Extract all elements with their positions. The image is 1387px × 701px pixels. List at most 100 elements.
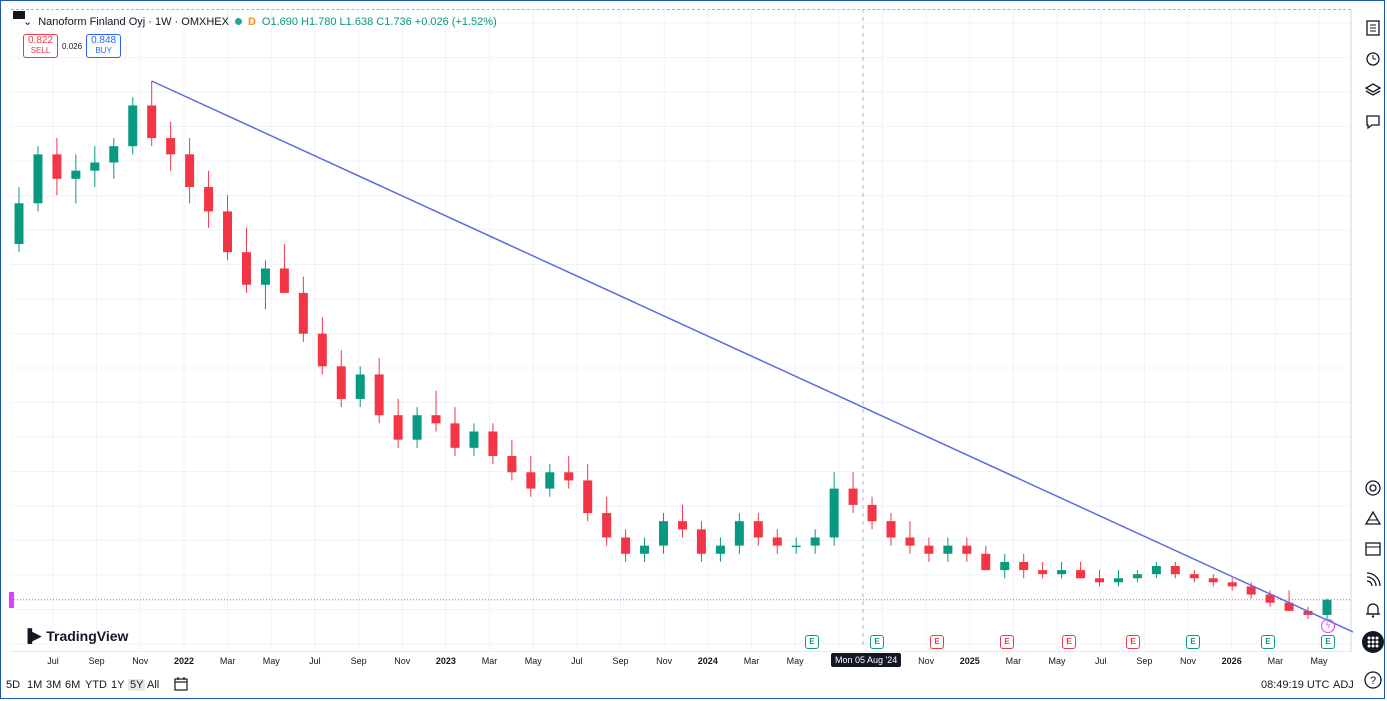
candle-body — [109, 146, 119, 163]
x-tick-label: Jul — [1094, 656, 1107, 666]
candle-body — [1170, 566, 1180, 575]
earnings-marker[interactable]: E — [1186, 635, 1200, 649]
apps-grid-icon[interactable] — [1362, 631, 1384, 653]
trade-buttons: 0.822 SELL 0.026 0.848 BUY — [23, 34, 122, 58]
candle-body — [185, 154, 195, 187]
time-axis[interactable]: Jul Sep Nov 2022 Mar May Jul Sep Nov 2023 Mar May Ju… — [1, 652, 1353, 668]
ideas-icon[interactable] — [1364, 509, 1382, 527]
candle-body — [602, 513, 612, 538]
candle-body — [241, 252, 251, 285]
adj-toggle[interactable]: ADJ — [1333, 679, 1354, 691]
x-tick-label: 2026 — [1221, 656, 1242, 666]
range-5d[interactable]: 5D — [6, 679, 20, 691]
calendar-events-icon[interactable] — [1364, 539, 1382, 557]
calendar-icon[interactable] — [173, 676, 189, 692]
layers-icon[interactable] — [1364, 81, 1382, 99]
price-chart[interactable] — [1, 1, 1353, 652]
earnings-marker[interactable]: E — [1000, 635, 1014, 649]
spread-value: 0.026 — [62, 41, 83, 51]
chat-icon[interactable] — [1364, 113, 1382, 131]
help-icon[interactable]: ? — [1364, 671, 1382, 689]
candle-body — [1000, 561, 1010, 571]
candle-body — [260, 268, 270, 285]
bell-icon[interactable] — [1364, 601, 1382, 619]
candle-body — [1132, 574, 1142, 579]
earnings-marker[interactable]: E — [870, 635, 884, 649]
range-all[interactable]: All — [147, 679, 159, 691]
x-tick-label: 2023 — [435, 656, 456, 666]
candle-body — [298, 292, 308, 334]
sell-button[interactable]: 0.822 SELL — [23, 34, 59, 58]
candle-body — [924, 545, 934, 554]
target-icon[interactable] — [1364, 479, 1382, 497]
x-tick-label: Mar — [743, 656, 760, 666]
candle-body — [545, 472, 555, 489]
candle-body — [962, 545, 972, 554]
candle-body — [204, 186, 214, 212]
ohlc-values: O1.690 H1.780 L1.638 C1.736 +0.026 (+1.5… — [261, 15, 497, 28]
candle-body — [583, 480, 593, 514]
candle-body — [336, 366, 346, 399]
candle-body — [431, 415, 441, 424]
alarm-icon[interactable] — [1364, 49, 1382, 67]
x-tick-label: Nov — [656, 656, 673, 666]
chart-down-icon: ⌄ — [23, 16, 33, 28]
candle-body — [1057, 570, 1067, 575]
candle-body — [1322, 599, 1332, 615]
candle-body — [886, 521, 896, 538]
earnings-marker[interactable]: E — [1062, 635, 1076, 649]
candle-body — [469, 431, 479, 448]
x-tick-label: Nov — [394, 656, 411, 666]
earnings-marker[interactable]: E — [930, 635, 944, 649]
candle-body — [1189, 574, 1199, 579]
candle-body — [14, 203, 24, 245]
tradingview-logo[interactable]: ▐▶ TradingView — [23, 628, 128, 644]
earnings-marker[interactable]: E — [1126, 635, 1140, 649]
range-ytd[interactable]: YTD — [85, 679, 107, 691]
range-6m[interactable]: 6M — [65, 679, 80, 691]
range-3m[interactable]: 3M — [46, 679, 61, 691]
candle-body — [810, 537, 820, 546]
candle-body — [526, 472, 536, 489]
x-tick-label: Nov — [132, 656, 149, 666]
buy-button[interactable]: 0.848 BUY — [86, 34, 122, 58]
x-tick-label: May — [524, 656, 542, 666]
x-tick-label: May — [262, 656, 280, 666]
candle-body — [147, 105, 157, 139]
candle-body — [279, 268, 289, 293]
lightning-icon[interactable]: ϟ — [1321, 619, 1335, 633]
range-1m[interactable]: 1M — [27, 679, 42, 691]
candle-body — [450, 423, 460, 448]
symbol-title: Nanoform Finland Oyj · 1W · OMXHEX — [38, 15, 229, 28]
earnings-marker[interactable]: E — [1261, 635, 1275, 649]
stream-icon[interactable] — [1364, 571, 1382, 589]
x-tick-label: Mar — [1267, 656, 1284, 666]
candle-body — [734, 521, 744, 546]
candle-body — [640, 545, 650, 554]
x-tick-label: Jul — [309, 656, 321, 666]
earnings-marker[interactable]: E — [805, 635, 819, 649]
candle-body — [223, 211, 233, 253]
x-tick-label: May — [1048, 656, 1066, 666]
candle-body — [488, 431, 498, 456]
range-5y[interactable]: 5Y — [128, 679, 146, 691]
tv-logo-icon: ▐▶ — [23, 628, 41, 643]
utc-clock[interactable]: 08:49:19 UTC — [1261, 679, 1329, 691]
earnings-marker[interactable]: E — [1321, 635, 1335, 649]
svg-text:?: ? — [1370, 675, 1376, 687]
x-tick-label: Nov — [1180, 656, 1197, 666]
x-tick-label: 2024 — [697, 656, 718, 666]
trend-line — [151, 80, 1353, 633]
watchlist-icon[interactable] — [1364, 19, 1382, 37]
chart-frame: ⌄ Nanoform Finland Oyj · 1W · OMXHEX D O… — [0, 0, 1385, 699]
crosshair-date-label: Mon 05 Aug '24 — [831, 653, 902, 667]
x-tick-label: Sep — [350, 656, 367, 666]
candle-body — [1227, 582, 1237, 587]
candle-body — [621, 537, 631, 554]
range-1y[interactable]: 1Y — [111, 679, 124, 691]
candle-body — [829, 488, 839, 538]
candle-body — [1246, 586, 1256, 595]
x-tick-label: Mar — [219, 656, 236, 666]
symbol-legend: ⌄ Nanoform Finland Oyj · 1W · OMXHEX D O… — [23, 15, 497, 29]
candle-body — [355, 374, 365, 399]
